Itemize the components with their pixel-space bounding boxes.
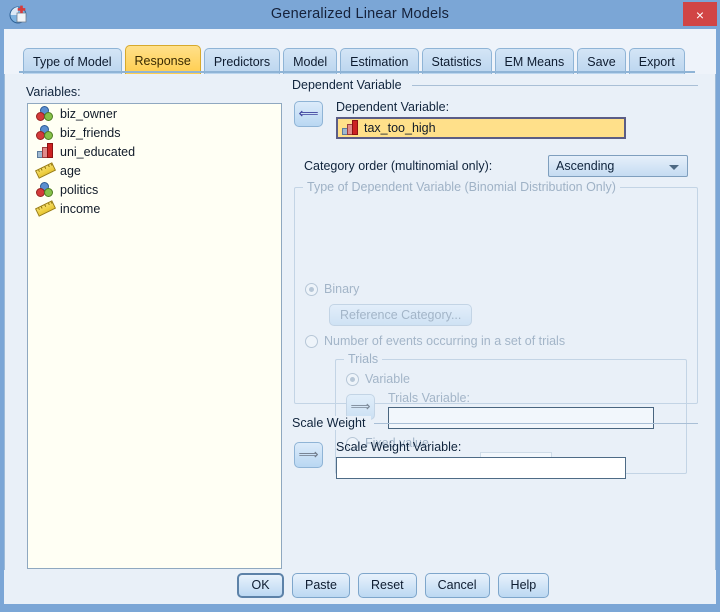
list-item[interactable]: age <box>28 161 281 180</box>
close-icon[interactable]: × <box>683 2 717 26</box>
help-button[interactable]: Help <box>497 573 550 598</box>
tab-strip: Type of Model Response Predictors Model Esti… <box>4 29 716 75</box>
scale-weight-field-label: Scale Weight Variable: <box>336 440 462 454</box>
radio-trials-variable-label: Variable <box>365 372 410 386</box>
trials-group-title: Trials <box>344 352 383 366</box>
scale-weight-section-rule <box>374 423 698 424</box>
radio-trials-variable[interactable] <box>346 373 359 386</box>
variable-name: politics <box>60 182 99 197</box>
window-title: Generalized Linear Models <box>270 6 450 22</box>
ordinal-icon <box>341 119 359 136</box>
trials-variable-field[interactable] <box>388 407 654 429</box>
scale-icon <box>34 200 57 217</box>
list-item[interactable]: biz_friends <box>28 123 281 142</box>
scale-weight-field[interactable] <box>336 457 626 479</box>
paste-button[interactable]: Paste <box>292 573 350 598</box>
chevron-down-icon <box>669 165 679 170</box>
window-bottom-strip <box>0 604 720 612</box>
variables-label: Variables: <box>26 85 81 99</box>
scale-weight-section-title: Scale Weight <box>292 416 372 430</box>
variable-name: biz_friends <box>60 125 121 140</box>
variable-name: age <box>60 163 81 178</box>
category-order-label: Category order (multinomial only): <box>304 159 493 173</box>
arrow-right-icon: ⟹ <box>298 447 319 463</box>
nominal-icon <box>36 125 54 140</box>
dependent-variable-section-title: Dependent Variable <box>292 78 408 92</box>
list-item[interactable]: biz_owner <box>28 104 281 123</box>
dependent-variable-field-label: Dependent Variable: <box>336 100 450 114</box>
radio-number-of-events-label: Number of events occurring in a set of t… <box>324 334 566 348</box>
generalized-linear-models-dialog: Generalized Linear Models × Type of Mode… <box>0 0 720 612</box>
radio-binary[interactable] <box>305 283 318 296</box>
nominal-icon <box>36 182 54 197</box>
list-item[interactable]: politics <box>28 180 281 199</box>
dependent-variable-section-rule <box>412 85 698 86</box>
trials-variable-label: Trials Variable: <box>388 391 470 405</box>
ordinal-icon <box>36 143 54 159</box>
variable-name: income <box>60 201 101 216</box>
variable-name: biz_owner <box>60 106 117 121</box>
arrow-left-icon: ⟸ <box>298 106 319 122</box>
list-item[interactable]: income <box>28 199 281 218</box>
category-order-value: Ascending <box>556 159 615 173</box>
action-buttons: OK Paste Reset Cancel Help <box>237 573 550 598</box>
radio-binary-label: Binary <box>324 282 360 296</box>
scale-icon <box>34 162 57 179</box>
dependent-variable-value: tax_too_high <box>364 121 436 135</box>
dependent-variable-field[interactable]: tax_too_high <box>336 117 626 139</box>
radio-number-of-events[interactable] <box>305 335 318 348</box>
button-bar: OK Paste Reset Cancel Help <box>4 570 716 608</box>
variables-list[interactable]: biz_owner biz_friends uni_educatedage polit… <box>27 103 282 569</box>
type-of-dependent-variable-group-title: Type of Dependent Variable (Binomial Dis… <box>303 180 620 194</box>
reference-category-button[interactable]: Reference Category... <box>329 304 473 326</box>
right-column: Dependent Variable ⟸ Dependent Variable:… <box>292 74 707 570</box>
variable-name: uni_educated <box>60 144 136 159</box>
reset-button[interactable]: Reset <box>357 573 417 598</box>
type-of-dependent-variable-group: Type of Dependent Variable (Binomial Dis… <box>294 180 698 474</box>
ok-button[interactable]: OK <box>237 573 284 598</box>
tab-underline <box>19 71 695 73</box>
dialog-body: Variables: biz_owner biz_friends uni_educa… <box>8 74 712 570</box>
move-to-scale-weight-button[interactable]: ⟹ <box>294 442 323 468</box>
category-order-select[interactable]: Ascending <box>548 155 688 177</box>
move-to-dependent-variable-button[interactable]: ⟸ <box>294 101 323 127</box>
cancel-button[interactable]: Cancel <box>424 573 490 598</box>
nominal-icon <box>36 106 54 121</box>
list-item[interactable]: uni_educated <box>28 142 281 161</box>
